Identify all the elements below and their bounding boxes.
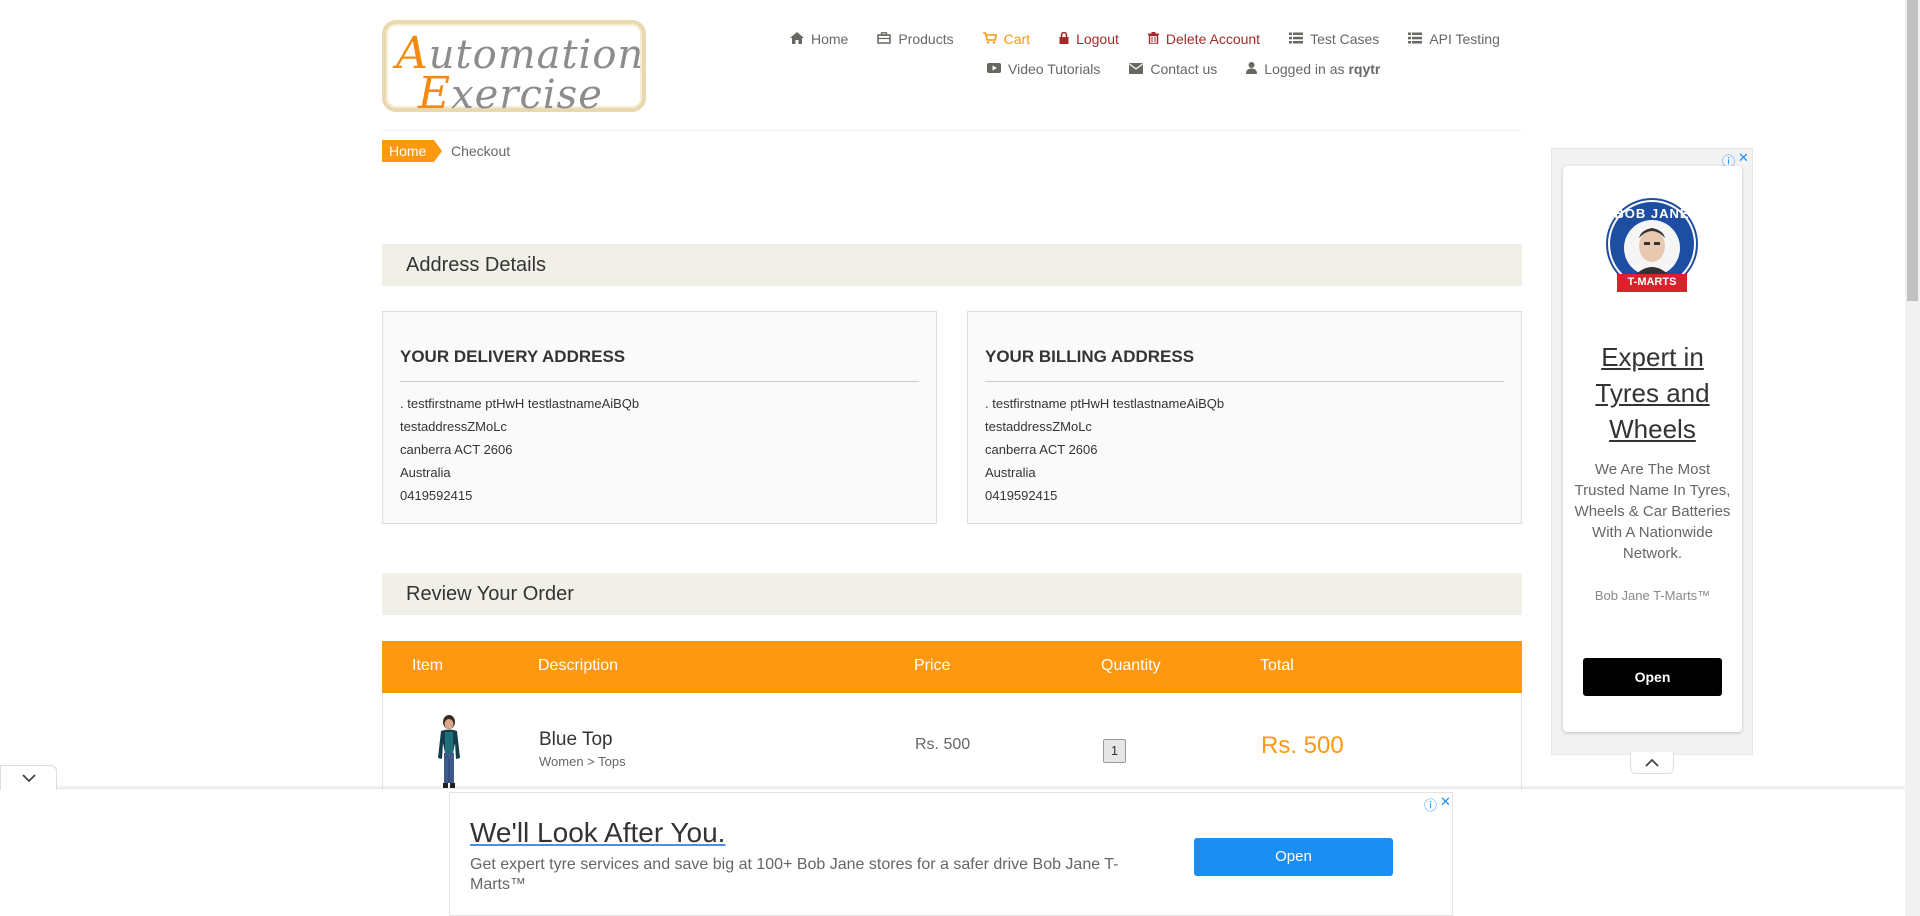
bottom-ad-toggle-button[interactable]	[0, 765, 57, 790]
main-nav: Home Products Cart Logout Delete Account	[790, 31, 1500, 47]
table-row: Blue Top Women > Tops Rs. 500 1 Rs. 500	[382, 693, 1522, 793]
page-scrollbar[interactable]	[1905, 0, 1920, 916]
envelope-icon	[1129, 62, 1144, 76]
nav-home-label: Home	[811, 31, 849, 47]
col-price: Price	[914, 657, 951, 674]
side-ad-body: We Are The Most Trusted Name In Tyres, W…	[1574, 461, 1731, 562]
video-icon	[987, 62, 1001, 76]
lock-icon	[1059, 31, 1069, 46]
bob-jane-logo-top: BOB JANE	[1614, 206, 1690, 221]
product-image[interactable]	[419, 713, 479, 791]
nav-cart-label: Cart	[1003, 31, 1031, 47]
logo-cap-e: E	[418, 68, 452, 119]
side-ad-open-button[interactable]: Open	[1583, 658, 1722, 696]
cart-icon	[982, 32, 998, 46]
breadcrumb-home[interactable]: Home	[382, 140, 443, 162]
review-order-heading: Review Your Order	[382, 573, 1522, 615]
logo-line-2: Exercise	[418, 68, 603, 119]
billing-name: . testfirstname ptHwH testlastnameAiBQb	[985, 396, 1225, 411]
billing-address-title: YOUR BILLING ADDRESS	[985, 347, 1504, 382]
bottom-ad[interactable]: ⓘ ✕ We'll Look After You. Get expert tyr…	[449, 792, 1453, 916]
billing-address-box: YOUR BILLING ADDRESS . testfirstname ptH…	[967, 311, 1522, 524]
side-ad-brand: Bob Jane T-Marts™	[1594, 588, 1711, 603]
close-icon[interactable]: ✕	[1440, 794, 1451, 810]
product-category: Women > Tops	[539, 754, 626, 769]
nav-video-tutorials[interactable]: Video Tutorials	[987, 61, 1100, 77]
logged-in-label: Logged in as	[1264, 61, 1345, 77]
delivery-address1: testaddressZMoLc	[400, 419, 507, 434]
col-quantity: Quantity	[1101, 657, 1161, 674]
nav-api-testing-label: API Testing	[1429, 31, 1500, 47]
product-total: Rs. 500	[1261, 732, 1344, 759]
delivery-address-title: YOUR DELIVERY ADDRESS	[400, 347, 919, 382]
delivery-address-lines: . testfirstname ptHwH testlastnameAiBQb …	[400, 392, 919, 507]
nav-products-label: Products	[898, 31, 954, 47]
nav-home[interactable]: Home	[790, 31, 848, 47]
list-icon	[1289, 32, 1304, 46]
nav-api-testing[interactable]: API Testing	[1408, 31, 1500, 47]
close-icon[interactable]: ✕	[1738, 150, 1749, 166]
logged-in-username: rqytr	[1348, 61, 1381, 77]
side-ad: ⓘ ✕ BOB JANE T-MARTS Expert in Tyres and…	[1551, 148, 1753, 755]
order-table-header: Item Description Price Quantity Total	[382, 641, 1522, 693]
side-ad-collapse-button[interactable]	[1630, 752, 1674, 774]
nav-logout[interactable]: Logout	[1059, 31, 1119, 47]
billing-address-lines: . testfirstname ptHwH testlastnameAiBQb …	[985, 392, 1504, 507]
trash-icon	[1147, 32, 1159, 46]
bottom-ad-open-button[interactable]: Open	[1194, 838, 1393, 876]
col-item: Item	[412, 657, 444, 674]
breadcrumb-current: Checkout	[451, 143, 511, 159]
secondary-nav: Video Tutorials Contact us Logged in as …	[987, 61, 1380, 77]
delivery-city-state-zip: canberra ACT 2606	[400, 442, 513, 457]
bob-jane-logo: BOB JANE T-MARTS	[1601, 196, 1703, 298]
nav-cart[interactable]: Cart	[982, 31, 1031, 47]
bob-jane-logo-bottom: T-MARTS	[1627, 276, 1677, 288]
col-total: Total	[1260, 657, 1294, 674]
product-price: Rs. 500	[915, 736, 971, 753]
products-icon	[877, 32, 892, 46]
delivery-name: . testfirstname ptHwH testlastnameAiBQb	[400, 396, 640, 411]
chevron-down-icon	[21, 770, 36, 786]
bottom-ad-headline[interactable]: We'll Look After You.	[470, 817, 725, 849]
nav-test-cases[interactable]: Test Cases	[1289, 31, 1379, 47]
nav-products[interactable]: Products	[877, 31, 954, 47]
side-ad-card[interactable]: BOB JANE T-MARTS Expert in Tyres and Whe…	[1563, 166, 1742, 732]
nav-contact-us-label: Contact us	[1150, 61, 1218, 77]
nav-contact-us[interactable]: Contact us	[1129, 61, 1217, 77]
page: Automation Exercise Home Products Cart L…	[0, 0, 1920, 916]
site-logo[interactable]: Automation Exercise	[382, 20, 646, 119]
user-icon	[1246, 62, 1258, 76]
adchoices-icon[interactable]: ⓘ	[1424, 795, 1437, 814]
nav-delete-account[interactable]: Delete Account	[1147, 31, 1261, 47]
billing-phone: 0419592415	[985, 488, 1058, 503]
chevron-up-icon	[1645, 754, 1659, 770]
home-icon	[790, 32, 804, 46]
col-description: Description	[538, 657, 619, 674]
header-divider	[382, 130, 1522, 131]
delivery-country: Australia	[400, 465, 451, 480]
nav-logged-in-as: Logged in as rqytr	[1246, 61, 1380, 77]
side-ad-headline[interactable]: Expert in Tyres and Wheels	[1573, 339, 1732, 447]
product-name[interactable]: Blue Top	[539, 729, 613, 751]
billing-country: Australia	[985, 465, 1036, 480]
delivery-phone: 0419592415	[400, 488, 473, 503]
logo-text-2: xercise	[451, 72, 603, 118]
billing-address1: testaddressZMoLc	[985, 419, 1092, 434]
nav-video-tutorials-label: Video Tutorials	[1008, 61, 1101, 77]
list-icon	[1408, 32, 1423, 46]
product-quantity: 1	[1103, 739, 1126, 763]
bottom-ad-body: Get expert tyre services and save big at…	[470, 856, 1119, 893]
scrollbar-thumb[interactable]	[1907, 0, 1918, 301]
delivery-address-box: YOUR DELIVERY ADDRESS . testfirstname pt…	[382, 311, 937, 524]
billing-city-state-zip: canberra ACT 2606	[985, 442, 1098, 457]
address-details-heading: Address Details	[382, 244, 1522, 286]
nav-logout-label: Logout	[1076, 31, 1119, 47]
nav-delete-account-label: Delete Account	[1165, 31, 1261, 47]
nav-test-cases-label: Test Cases	[1310, 31, 1380, 47]
